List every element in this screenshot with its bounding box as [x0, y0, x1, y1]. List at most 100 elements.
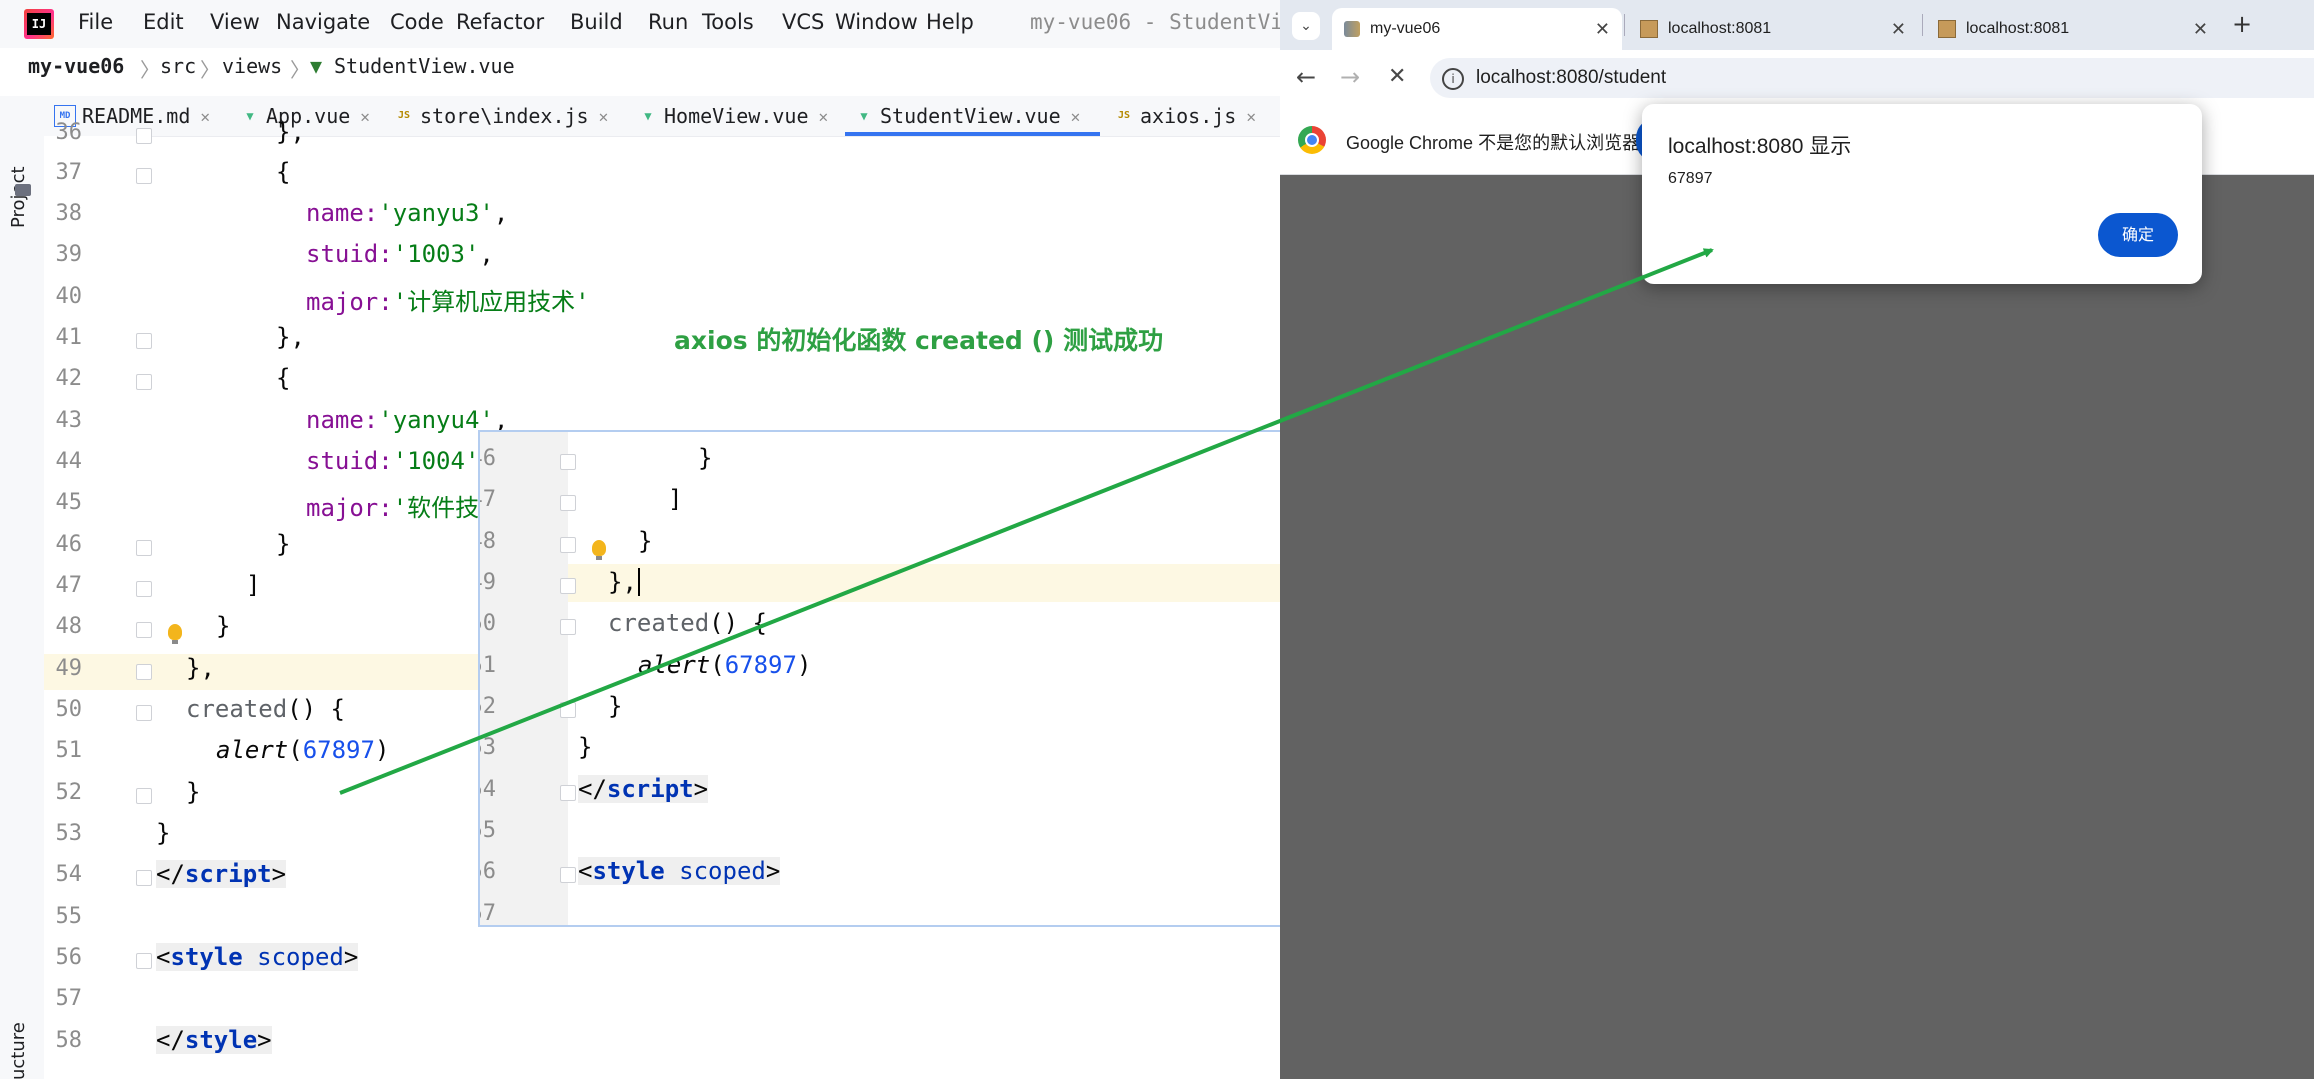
code-line: alert(67897) — [638, 651, 811, 679]
code-token: () { — [709, 609, 767, 637]
fold-marker-icon[interactable] — [136, 622, 152, 638]
code-line: created() { — [608, 609, 767, 637]
breadcrumb-views[interactable]: views — [222, 54, 282, 78]
browser-tab-localhost-8081-a[interactable]: localhost:8081 ✕ — [1628, 8, 1918, 50]
alert-dialog-title: localhost:8080 显示 — [1668, 135, 1852, 158]
close-tab-icon[interactable]: ✕ — [1891, 19, 1906, 40]
line-number: 53 — [480, 735, 496, 760]
alert-ok-button[interactable]: 确定 — [2098, 213, 2178, 257]
close-icon[interactable]: ✕ — [1071, 107, 1081, 126]
fold-marker-icon[interactable] — [136, 540, 152, 556]
code-token: alert — [216, 736, 289, 764]
code-line: } — [186, 778, 201, 806]
fold-marker-icon[interactable] — [136, 870, 152, 886]
menu-window[interactable]: Window — [835, 10, 918, 34]
fold-marker-icon[interactable] — [136, 788, 152, 804]
tab-homeview-vue[interactable]: ▼ HomeView.vue ✕ — [638, 96, 828, 136]
menu-build[interactable]: Build — [570, 10, 623, 34]
code-line: created() { — [186, 695, 345, 723]
line-number: 51 — [55, 738, 83, 763]
code-line: major:'软件技 — [306, 488, 479, 523]
close-tab-icon[interactable]: ✕ — [2193, 19, 2208, 40]
browser-tab-my-vue06[interactable]: my-vue06 ✕ — [1332, 8, 1622, 50]
code-token: > — [257, 1026, 272, 1054]
code-token: scoped — [257, 943, 344, 971]
fold-marker-icon[interactable] — [136, 581, 152, 597]
fold-marker-icon[interactable] — [560, 785, 576, 801]
page-favicon-icon — [1938, 20, 1956, 38]
new-tab-button[interactable]: + — [2232, 10, 2252, 38]
code-line: }, — [608, 568, 640, 596]
tab-studentview-vue[interactable]: ▼ StudentView.vue ✕ — [854, 96, 1080, 136]
menu-file[interactable]: File — [78, 10, 113, 34]
intellij-logo-icon — [24, 9, 54, 39]
close-icon[interactable]: ✕ — [599, 107, 609, 126]
code-token: > — [343, 943, 359, 971]
fold-marker-icon[interactable] — [560, 537, 576, 553]
code-token: stuid: — [306, 447, 393, 475]
code-token: ) — [796, 651, 812, 679]
code-token: , — [479, 240, 494, 268]
fold-marker-icon[interactable] — [560, 578, 576, 594]
code-token: major: — [306, 494, 393, 522]
breadcrumb-src[interactable]: src — [160, 54, 196, 78]
fold-marker-icon[interactable] — [136, 664, 152, 680]
line-number: 47 — [480, 487, 496, 512]
intention-bulb-icon[interactable] — [592, 540, 606, 560]
code-token: created — [608, 609, 710, 637]
js-file-icon: JS — [1117, 110, 1131, 121]
menu-edit[interactable]: Edit — [143, 10, 184, 34]
fold-marker-icon[interactable] — [560, 454, 576, 470]
menu-tools[interactable]: Tools — [702, 10, 754, 34]
menu-view[interactable]: View — [210, 10, 260, 34]
menu-code[interactable]: Code — [390, 10, 444, 34]
code-line: } — [276, 530, 291, 558]
close-icon[interactable]: ✕ — [1246, 107, 1256, 126]
close-tab-icon[interactable]: ✕ — [1595, 19, 1610, 40]
fold-marker-icon[interactable] — [136, 168, 152, 184]
tab-axios-js[interactable]: JS axios.js ✕ — [1114, 96, 1256, 136]
project-tool-button[interactable]: Project — [8, 108, 36, 228]
code-token: , — [493, 199, 509, 227]
address-bar-url[interactable]: localhost:8080/student — [1476, 67, 1666, 89]
tab-title: my-vue06 — [1370, 20, 1441, 37]
fold-marker-icon[interactable] — [136, 953, 152, 969]
tab-app-vue[interactable]: ▼ App.vue ✕ — [240, 96, 370, 136]
line-number: 50 — [480, 611, 496, 636]
fold-marker-icon[interactable] — [136, 374, 152, 390]
back-arrow-icon[interactable]: ← — [1296, 64, 1316, 90]
forward-arrow-icon[interactable]: → — [1340, 64, 1360, 90]
code-token: 'yanyu3' — [378, 199, 494, 227]
fold-marker-icon[interactable] — [560, 619, 576, 635]
menu-navigate[interactable]: Navigate — [276, 10, 370, 34]
tab-store-index-js[interactable]: JS store\index.js ✕ — [394, 96, 608, 136]
close-icon[interactable]: ✕ — [200, 107, 210, 126]
structure-tool-button[interactable]: ucture — [8, 1010, 36, 1080]
intention-bulb-icon[interactable] — [168, 624, 182, 644]
stop-loading-icon[interactable]: ✕ — [1388, 64, 1406, 90]
browser-tab-localhost-8081-b[interactable]: localhost:8081 ✕ — [1926, 8, 2220, 50]
breadcrumb-file[interactable]: StudentView.vue — [334, 54, 515, 78]
code-token: name: — [306, 199, 379, 227]
site-info-icon[interactable]: i — [1442, 68, 1464, 90]
fold-marker-icon[interactable] — [136, 333, 152, 349]
code-line: major:'计算机应用技术' — [306, 282, 590, 317]
line-number: 39 — [55, 242, 83, 267]
close-icon[interactable]: ✕ — [819, 107, 829, 126]
tab-label: axios.js — [1140, 104, 1237, 128]
menu-run[interactable]: Run — [648, 10, 688, 34]
menu-help[interactable]: Help — [926, 10, 974, 34]
menu-refactor[interactable]: Refactor — [456, 10, 544, 34]
code-line: }, — [276, 323, 305, 351]
fold-marker-icon[interactable] — [136, 705, 152, 721]
fold-marker-icon[interactable] — [560, 702, 576, 718]
fold-marker-icon[interactable] — [560, 495, 576, 511]
code-line: stuid:'1004' — [306, 447, 479, 475]
fold-marker-icon[interactable] — [560, 867, 576, 883]
line-number: 37 — [55, 160, 83, 185]
breadcrumb-project[interactable]: my-vue06 — [28, 54, 124, 78]
fold-marker-icon[interactable] — [136, 128, 152, 144]
tab-search-chevron-icon[interactable]: ⌄ — [1292, 12, 1320, 40]
close-icon[interactable]: ✕ — [360, 107, 370, 126]
menu-vcs[interactable]: VCS — [782, 10, 824, 34]
